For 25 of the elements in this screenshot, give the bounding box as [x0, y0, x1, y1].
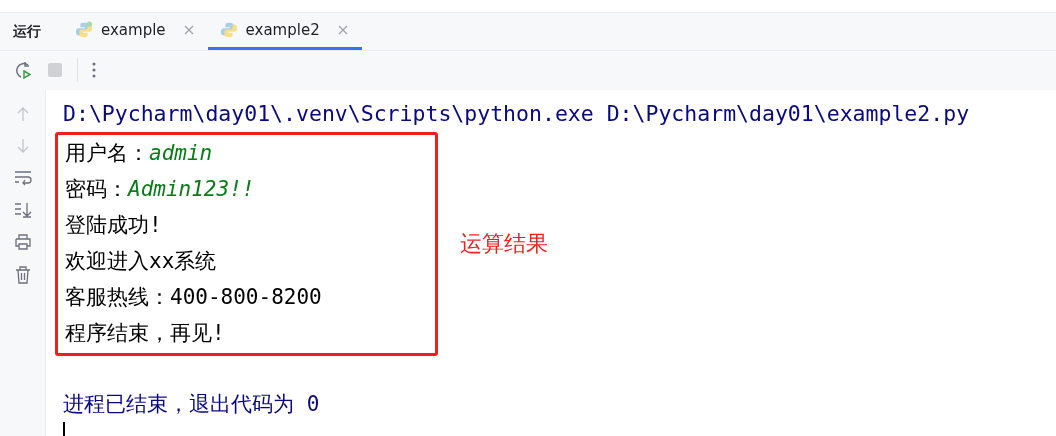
python-icon: [75, 21, 93, 40]
tool-window-title: 运行: [12, 22, 42, 41]
command-line: D:\Pycharm\day01\.venv\Scripts\python.exe D:\Pycharm\day01\example2.py: [62, 100, 971, 128]
input-echo: Admin123!!: [128, 177, 255, 201]
close-icon[interactable]: [337, 25, 348, 36]
output-label: 登陆成功!: [65, 213, 162, 237]
annotation-label: 运算结果: [460, 230, 548, 258]
output-label: 欢迎进入xx系统: [65, 249, 217, 273]
close-icon[interactable]: [183, 25, 194, 36]
run-tab[interactable]: example: [63, 13, 208, 50]
text-cursor: [63, 422, 65, 436]
python-icon: [219, 21, 238, 40]
input-echo: admin: [149, 141, 213, 165]
rerun-icon[interactable]: [13, 60, 33, 81]
output-value: 400-800-8200: [170, 285, 322, 309]
trash-icon[interactable]: [14, 266, 31, 284]
print-icon[interactable]: [13, 234, 32, 250]
soft-wrap-icon[interactable]: [13, 170, 32, 186]
exit-message: 进程已结束，退出代码为 0: [62, 391, 321, 418]
output-label: 用户名：: [65, 141, 149, 165]
output-label: 密码：: [65, 177, 128, 201]
output-label: 客服热线：: [65, 285, 170, 309]
more-icon[interactable]: [92, 62, 96, 79]
scroll-to-end-icon[interactable]: [13, 202, 32, 218]
output-label: 程序结束，再见!: [65, 321, 225, 345]
